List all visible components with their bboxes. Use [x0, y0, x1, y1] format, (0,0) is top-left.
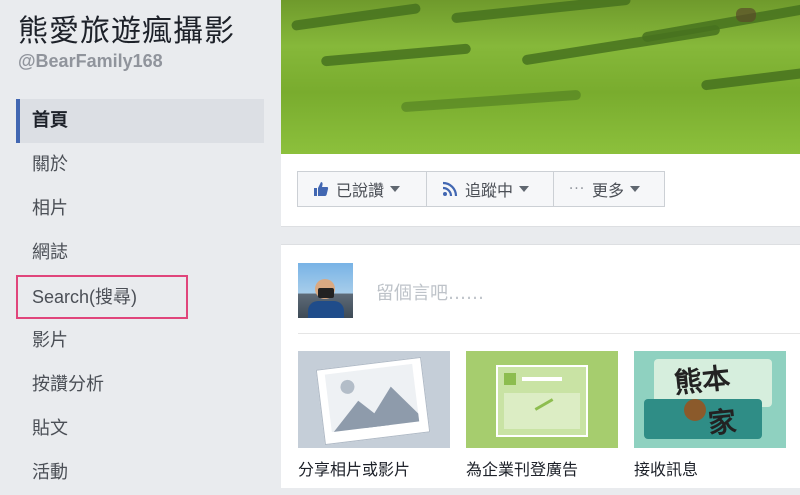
sidebar-item-home[interactable]: 首頁 [16, 99, 264, 143]
get-messages-label: 接收訊息 [634, 460, 699, 479]
share-photo-video-label: 分享相片或影片 [298, 460, 411, 479]
sidebar-item-notes[interactable]: 網誌 [16, 231, 264, 275]
get-messages-card[interactable]: 熊本 家 接收訊息 [634, 351, 786, 480]
photo-icon [298, 351, 450, 448]
ad-icon [466, 351, 618, 448]
bear-logo [684, 399, 706, 421]
composer-divider [298, 333, 800, 334]
chevron-down-icon [519, 186, 530, 192]
sidebar-item-events[interactable]: 活動 [16, 451, 264, 495]
dots-icon: ··· [568, 181, 586, 197]
page-action-bar: 已說讚 追蹤中 ··· 更多 [281, 154, 800, 227]
thumbs-up-icon [312, 180, 330, 198]
more-label: 更多 [592, 181, 625, 200]
chevron-down-icon [630, 186, 641, 192]
sidebar-item-videos[interactable]: 影片 [16, 319, 264, 363]
sidebar: 熊愛旅遊瘋攝影 @BearFamily168 首頁 關於 相片 網誌 Searc… [0, 0, 281, 487]
advertise-card[interactable]: 為企業刊登廣告 [466, 351, 618, 480]
rss-icon [441, 180, 459, 198]
share-photo-video-card[interactable]: 分享相片或影片 [298, 351, 450, 480]
cover-photo[interactable] [281, 0, 800, 154]
page-handle[interactable]: @BearFamily168 [18, 51, 163, 72]
chevron-down-icon [390, 186, 401, 192]
sidebar-item-insights[interactable]: 按讚分析 [16, 363, 264, 407]
avatar[interactable] [298, 263, 353, 318]
sidebar-item-posts[interactable]: 貼文 [16, 407, 264, 451]
page-title: 熊愛旅遊瘋攝影 [18, 14, 235, 49]
sidebar-item-about[interactable]: 關於 [16, 143, 264, 187]
liked-label: 已說讚 [336, 181, 385, 200]
following-button[interactable]: 追蹤中 [426, 171, 554, 207]
sidebar-item-search[interactable]: Search(搜尋) [16, 275, 188, 319]
watermark-logo: 熊本 [672, 361, 732, 400]
message-icon: 熊本 家 [634, 351, 786, 448]
post-composer: 留個言吧…… 分享相片或影片 為企業刊登廣告 熊本 家 接收訊息 [281, 244, 800, 488]
sidebar-item-photos[interactable]: 相片 [16, 187, 264, 231]
sidebar-nav: 首頁 關於 相片 網誌 Search(搜尋) 影片 按讚分析 貼文 活動 [16, 99, 264, 495]
more-button[interactable]: ··· 更多 [553, 171, 665, 207]
advertise-label: 為企業刊登廣告 [466, 460, 579, 479]
following-label: 追蹤中 [465, 181, 514, 200]
composer-input[interactable]: 留個言吧…… [376, 279, 484, 305]
liked-button[interactable]: 已說讚 [297, 171, 427, 207]
